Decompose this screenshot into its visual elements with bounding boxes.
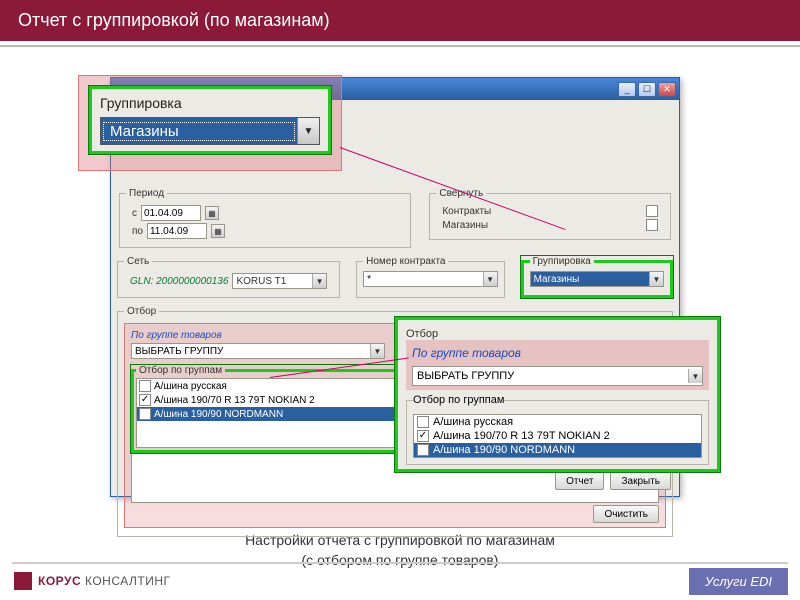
chevron-down-icon: ▼	[297, 118, 319, 144]
checkbox[interactable]	[417, 416, 429, 428]
checkbox[interactable]	[417, 430, 429, 442]
contract-legend: Номер контракта	[363, 256, 448, 267]
net-fieldset: Сеть GLN: 2000000000136 KORUS T1▼	[117, 256, 340, 298]
checkbox[interactable]	[139, 408, 151, 420]
calendar-icon[interactable]: ▦	[211, 224, 225, 238]
collapse-shops-label: Магазины	[442, 220, 488, 231]
chevron-down-icon: ▼	[370, 344, 384, 358]
stage: _ ☐ ✕ Период с ▦ по ▦	[0, 47, 800, 537]
list-item[interactable]: А/шина 190/70 R 13 79T NOKIAN 2	[414, 429, 701, 443]
grouping-fieldset: Группировка Магазины▼	[521, 256, 673, 298]
collapse-contracts-label: Контракты	[442, 206, 491, 217]
otbor-callout: Отбор По группе товаров ВЫБРАТЬ ГРУППУ ▼…	[395, 317, 720, 472]
period-from-label: с	[132, 208, 137, 219]
otbor-callout-legend: Отбор	[406, 328, 709, 340]
chevron-down-icon: ▼	[483, 272, 497, 286]
otbor-groups-legend: Отбор по группам	[136, 365, 225, 376]
collapse-shops-checkbox[interactable]	[646, 219, 658, 231]
period-legend: Период	[126, 188, 167, 199]
by-goods-label: По группе товаров	[131, 330, 385, 341]
net-dropdown[interactable]: KORUS T1▼	[232, 273, 327, 289]
logo-square-icon	[14, 572, 32, 590]
grouping-callout: Группировка Магазины ▼	[70, 67, 350, 179]
contract-dropdown[interactable]: *▼	[363, 271, 497, 287]
footer: КОРУС КОНСАЛТИНГ Услуги EDI	[0, 562, 800, 600]
checkbox[interactable]	[417, 444, 429, 456]
period-to-input[interactable]	[147, 223, 207, 239]
calendar-icon[interactable]: ▦	[205, 206, 219, 220]
otbor-callout-groups-legend: Отбор по группам	[413, 394, 504, 406]
list-item[interactable]: А/шина 190/90 NORDMANN	[414, 443, 701, 457]
otbor-callout-groups-fieldset: Отбор по группам А/шина русская А/шина 1…	[406, 394, 709, 465]
collapse-contracts-checkbox[interactable]	[646, 205, 658, 217]
maximize-button[interactable]: ☐	[638, 82, 656, 97]
edi-tag: Услуги EDI	[689, 568, 788, 595]
otbor-legend: Отбор	[124, 306, 159, 317]
grouping-dropdown[interactable]: Магазины▼	[530, 271, 664, 287]
otbor-callout-list[interactable]: А/шина русская А/шина 190/70 R 13 79T NO…	[413, 414, 702, 458]
close-button[interactable]: ✕	[658, 82, 676, 97]
contract-fieldset: Номер контракта *▼	[356, 256, 504, 298]
period-fieldset: Период с ▦ по ▦	[119, 188, 411, 248]
close-dialog-button[interactable]: Закрыть	[610, 472, 671, 490]
net-legend: Сеть	[124, 256, 152, 267]
report-button[interactable]: Отчет	[555, 472, 604, 490]
grouping-callout-dropdown[interactable]: Магазины ▼	[100, 117, 320, 145]
chevron-down-icon: ▼	[649, 272, 663, 286]
slide-title: Отчет с группировкой (по магазинам)	[0, 0, 800, 41]
otbor-callout-by-goods: По группе товаров	[412, 346, 703, 360]
period-from-input[interactable]	[141, 205, 201, 221]
clear-button[interactable]: Очистить	[593, 505, 659, 523]
checkbox[interactable]	[139, 394, 151, 406]
checkbox[interactable]	[139, 380, 151, 392]
gln-label: GLN: 2000000000136	[130, 276, 228, 287]
chevron-down-icon: ▼	[688, 369, 702, 383]
grouping-legend: Группировка	[530, 256, 594, 267]
grouping-callout-legend: Группировка	[100, 95, 320, 111]
select-group-dropdown[interactable]: ВЫБРАТЬ ГРУППУ▼	[131, 343, 385, 359]
list-item[interactable]: А/шина русская	[414, 415, 701, 429]
brand-logo: КОРУС КОНСАЛТИНГ	[14, 572, 171, 590]
collapse-fieldset: Свернуть Контракты Магазины	[429, 188, 671, 240]
period-to-label: по	[132, 226, 143, 237]
otbor-callout-group-dropdown[interactable]: ВЫБРАТЬ ГРУППУ ▼	[412, 366, 703, 386]
minimize-button[interactable]: _	[618, 82, 636, 97]
chevron-down-icon: ▼	[312, 274, 326, 288]
